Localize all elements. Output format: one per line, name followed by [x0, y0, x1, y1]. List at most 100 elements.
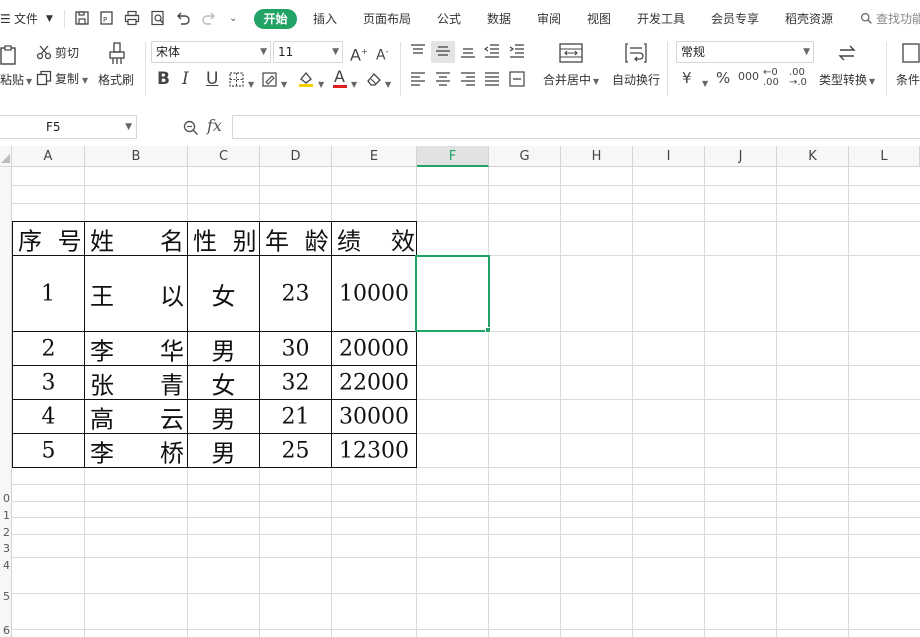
select-all-corner[interactable] [0, 146, 12, 167]
font-size-select[interactable]: 11 ▼ [273, 41, 343, 63]
borders-icon[interactable] [229, 72, 244, 87]
distributed-align-icon[interactable] [509, 71, 525, 87]
increase-decimal-icon[interactable]: ←0.00 [763, 68, 779, 88]
percent-button[interactable]: % [716, 68, 730, 88]
column-header-d[interactable]: D [260, 146, 332, 167]
decrease-font-icon[interactable]: A- [376, 42, 388, 66]
table-row[interactable]: 32 [260, 366, 332, 400]
format-painter-button[interactable]: 格式刷 [98, 72, 134, 88]
copy-icon[interactable] [36, 70, 52, 86]
fill-color-icon[interactable] [297, 70, 315, 88]
table-header-cell[interactable]: 姓名 [85, 222, 188, 256]
name-box[interactable]: F5 ▼ [0, 115, 137, 139]
decrease-decimal-icon[interactable]: .00 →.0 [789, 68, 807, 88]
table-header-cell[interactable]: 年 龄 [260, 222, 332, 256]
row-number[interactable]: 2 [3, 527, 10, 539]
clear-dropdown-icon[interactable]: ▼ [385, 77, 391, 93]
fill-color-dropdown-icon[interactable]: ▼ [318, 77, 324, 93]
table-row[interactable]: 男 [188, 434, 260, 468]
column-header-k[interactable]: K [777, 146, 849, 167]
table-row[interactable]: 5 [12, 434, 85, 468]
row-number[interactable]: 1 [3, 510, 10, 522]
paste-dropdown-icon[interactable]: ▼ [26, 74, 32, 90]
column-header-i[interactable]: I [633, 146, 705, 167]
file-menu[interactable]: 文件 [14, 10, 38, 28]
row-number[interactable]: 4 [3, 560, 10, 572]
column-header-b[interactable]: B [85, 146, 188, 167]
tab-start[interactable]: 开始 [254, 9, 297, 29]
tab-data[interactable]: 数据 [487, 10, 511, 28]
menu-icon[interactable]: ☰ [0, 10, 11, 28]
table-row[interactable]: 1 [12, 256, 85, 332]
zoom-icon[interactable] [183, 120, 199, 136]
table-row[interactable]: 3 [12, 366, 85, 400]
copy-dropdown-icon[interactable]: ▼ [82, 73, 88, 89]
paste-button[interactable]: 粘贴 [0, 72, 24, 88]
tab-view[interactable]: 视图 [587, 10, 611, 28]
cell-style-dropdown-icon[interactable]: ▼ [281, 77, 287, 93]
align-middle-icon[interactable] [435, 44, 451, 58]
redo-icon[interactable] [201, 10, 217, 26]
active-cell-selection[interactable] [415, 255, 490, 332]
column-header-a[interactable]: A [12, 146, 85, 167]
file-dropdown-icon[interactable]: ▼ [46, 10, 53, 28]
borders-dropdown-icon[interactable]: ▼ [248, 77, 254, 93]
print-preview-icon[interactable] [150, 10, 166, 26]
column-header-e[interactable]: E [332, 146, 417, 167]
table-row[interactable]: 女 [188, 256, 260, 332]
table-row[interactable]: 王以 [85, 256, 188, 332]
currency-dropdown-icon[interactable]: ▼ [702, 76, 708, 92]
column-header-g[interactable]: G [489, 146, 561, 167]
table-row[interactable]: 21 [260, 400, 332, 434]
customize-toolbar-icon[interactable]: ⌄ [229, 10, 237, 28]
tab-developer[interactable]: 开发工具 [637, 10, 685, 28]
format-painter-icon[interactable] [108, 42, 126, 66]
align-left-icon[interactable] [410, 72, 426, 86]
table-row[interactable]: 23 [260, 256, 332, 332]
underline-button[interactable]: U [206, 69, 218, 89]
row-number[interactable]: 3 [3, 543, 10, 555]
table-row[interactable]: 10000 [332, 256, 417, 332]
conditional-format-button[interactable]: 条件 [896, 72, 920, 88]
decrease-indent-icon[interactable] [484, 44, 500, 58]
align-right-icon[interactable] [460, 72, 476, 86]
thousands-button[interactable]: 000 [738, 67, 759, 87]
row-number[interactable]: 5 [3, 591, 10, 603]
align-bottom-icon[interactable] [460, 44, 476, 58]
tab-review[interactable]: 审阅 [537, 10, 561, 28]
column-header-l[interactable]: L [849, 146, 920, 167]
font-color-icon[interactable]: A [334, 67, 345, 87]
table-row[interactable]: 男 [188, 400, 260, 434]
table-header-cell[interactable]: 绩效 [332, 222, 417, 256]
paste-icon[interactable] [0, 44, 18, 66]
table-row[interactable]: 30 [260, 332, 332, 366]
table-row[interactable]: 30000 [332, 400, 417, 434]
export-pdf-icon[interactable]: P [99, 10, 115, 26]
save-icon[interactable] [74, 10, 90, 26]
increase-indent-icon[interactable] [509, 44, 525, 58]
cut-button[interactable]: 剪切 [55, 45, 79, 61]
row-number[interactable]: 0 [3, 493, 10, 505]
bold-button[interactable]: B [157, 69, 170, 89]
type-convert-icon[interactable] [836, 42, 858, 64]
conditional-format-icon[interactable] [902, 42, 920, 64]
table-row[interactable]: 25 [260, 434, 332, 468]
type-convert-dropdown-icon[interactable]: ▼ [869, 74, 875, 90]
table-row[interactable]: 高云 [85, 400, 188, 434]
column-header-f[interactable]: F [417, 146, 489, 167]
wrap-text-icon[interactable] [625, 42, 647, 64]
tab-member[interactable]: 会员专享 [711, 10, 759, 28]
font-name-select[interactable]: 宋体 ▼ [151, 41, 271, 63]
column-header-j[interactable]: J [705, 146, 777, 167]
wrap-text-button[interactable]: 自动换行 [612, 72, 660, 88]
merge-center-button[interactable]: 合并居中 [543, 72, 591, 88]
column-header-c[interactable]: C [188, 146, 260, 167]
table-row[interactable]: 男 [188, 332, 260, 366]
row-number[interactable]: 6 [3, 625, 10, 637]
tab-page-layout[interactable]: 页面布局 [363, 10, 411, 28]
merge-dropdown-icon[interactable]: ▼ [593, 74, 599, 90]
font-color-dropdown-icon[interactable]: ▼ [351, 77, 357, 93]
align-top-icon[interactable] [410, 44, 426, 58]
table-row[interactable]: 李华 [85, 332, 188, 366]
search-icon[interactable] [860, 12, 873, 25]
